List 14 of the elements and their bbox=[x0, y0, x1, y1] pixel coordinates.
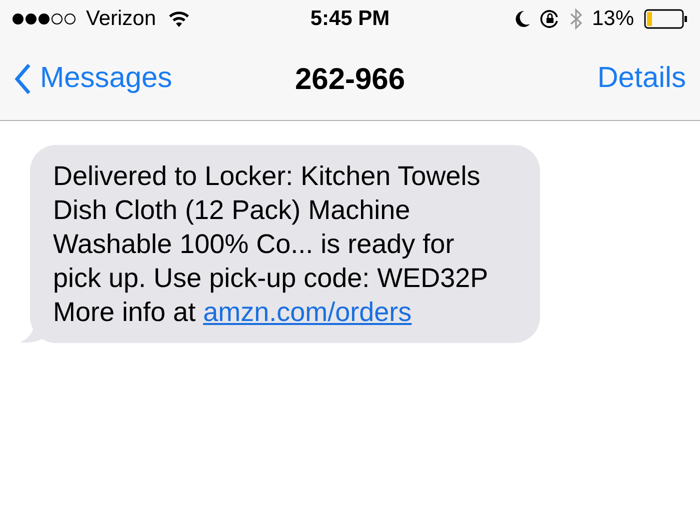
rotation-lock-icon bbox=[540, 9, 560, 29]
details-button[interactable]: Details bbox=[597, 57, 686, 101]
back-button[interactable]: Messages bbox=[14, 57, 172, 101]
wifi-icon bbox=[168, 11, 190, 27]
status-time: 5:45 PM bbox=[310, 6, 390, 32]
message-text: Delivered to Locker: Kitchen Towels Dish Cloth (12 Pack) Machine Washable 100% Co... is ready for pick up. Use pick-up code: WED32P More info at amzn.com/orders bbox=[53, 160, 489, 329]
conversation-title: 262-966 bbox=[294, 62, 406, 98]
back-chevron-icon bbox=[14, 63, 32, 95]
battery-icon bbox=[644, 9, 688, 29]
moon-icon bbox=[514, 10, 530, 28]
battery-percent: 13% bbox=[592, 6, 634, 32]
carrier-name: Verizon bbox=[86, 6, 156, 32]
orders-link[interactable]: amzn.com/orders bbox=[203, 297, 412, 327]
bluetooth-icon bbox=[570, 8, 582, 30]
